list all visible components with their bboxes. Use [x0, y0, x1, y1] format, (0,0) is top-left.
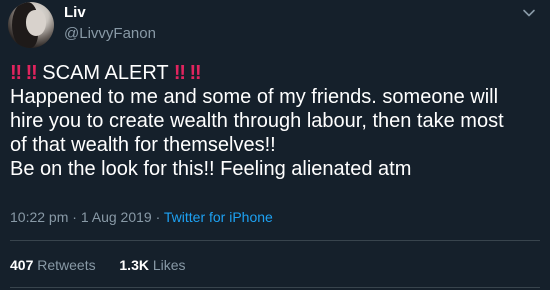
divider	[10, 287, 540, 288]
meta-separator: ·	[72, 209, 77, 225]
tweet-card: Liv @LivvyFanon ‼ ‼ SCAM ALERT ‼ ‼ Happe…	[0, 0, 550, 290]
avatar[interactable]	[8, 2, 54, 48]
double-exclamation-icon: ‼ ‼	[173, 62, 202, 84]
meta-separator: ·	[155, 209, 161, 225]
chevron-down-icon[interactable]	[522, 6, 536, 20]
likes-count: 1.3K	[119, 257, 149, 273]
tweet-line-alert: ‼ ‼ SCAM ALERT ‼ ‼	[10, 61, 542, 85]
avatar-face	[26, 10, 46, 36]
tweet-source-link[interactable]: Twitter for iPhone	[164, 209, 273, 225]
tweet-time[interactable]: 10:22 pm	[10, 209, 68, 225]
tweet-meta: 10:22 pm · 1 Aug 2019 · Twitter for iPho…	[10, 209, 273, 225]
alert-title: SCAM ALERT	[42, 62, 169, 84]
likes-stat[interactable]: 1.3K Likes	[119, 257, 185, 273]
divider	[10, 240, 540, 241]
display-name[interactable]: Liv	[64, 4, 86, 21]
retweets-count: 407	[10, 257, 34, 273]
retweets-label: Retweets	[37, 257, 96, 273]
tweet-date[interactable]: 1 Aug 2019	[81, 209, 152, 225]
double-exclamation-icon: ‼ ‼	[10, 62, 38, 84]
tweet-line: Happened to me and some of my friends. s…	[10, 86, 499, 108]
retweets-stat[interactable]: 407 Retweets	[10, 257, 100, 273]
tweet-text: ‼ ‼ SCAM ALERT ‼ ‼ Happened to me and so…	[10, 61, 542, 181]
tweet-line: Be on the look for this!! Feeling aliena…	[10, 158, 412, 180]
likes-label: Likes	[152, 257, 186, 273]
tweet-line: of that wealth for themselves!!	[10, 134, 276, 156]
tweet-line: hire you to create wealth through labour…	[10, 110, 504, 132]
tweet-stats: 407 Retweets 1.3K Likes	[10, 257, 186, 273]
user-handle[interactable]: @LivvyFanon	[64, 25, 156, 42]
